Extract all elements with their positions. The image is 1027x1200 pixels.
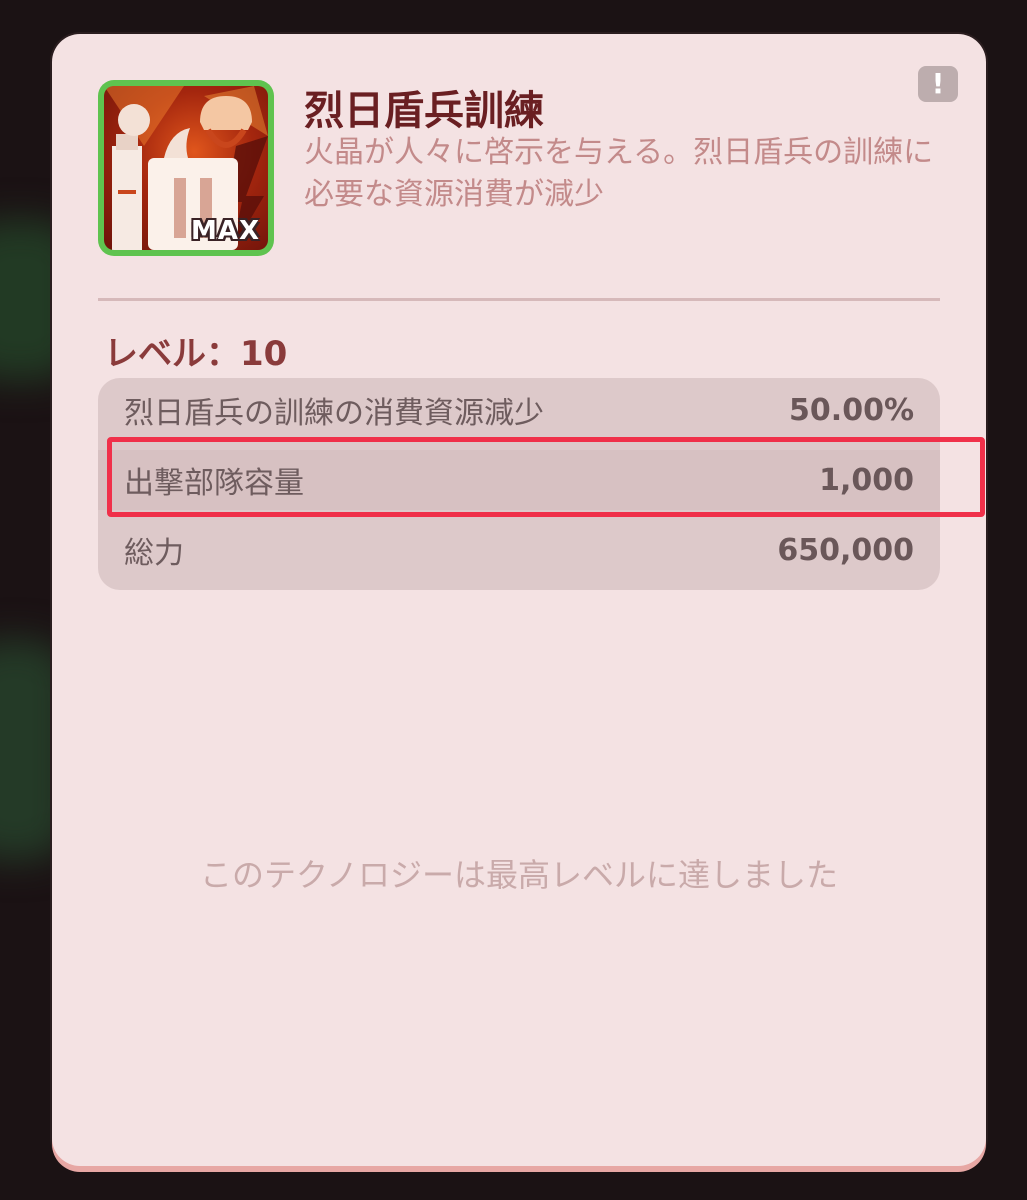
level-label: レベル： bbox=[104, 334, 240, 374]
divider bbox=[98, 298, 940, 301]
tech-detail-panel: MAX 烈日盾兵訓練 火晶が人々に啓示を与える。烈日盾兵の訓練に必要な資源消費が… bbox=[52, 34, 986, 1166]
shield-soldier-icon: MAX bbox=[104, 86, 268, 250]
stat-label: 総力 bbox=[124, 536, 184, 571]
max-badge: MAX bbox=[190, 216, 260, 246]
stat-row: 烈日盾兵の訓練の消費資源減少 50.00% bbox=[124, 380, 914, 440]
tech-icon-frame[interactable]: MAX bbox=[98, 80, 274, 256]
stat-row: 総力 650,000 bbox=[124, 520, 914, 580]
stat-label: 烈日盾兵の訓練の消費資源減少 bbox=[124, 396, 544, 431]
level-indicator: レベル：10 bbox=[104, 326, 287, 375]
max-level-message: このテクノロジーは最高レベルに達しました bbox=[199, 856, 839, 894]
tech-description: 火晶が人々に啓示を与える。烈日盾兵の訓練に必要な資源消費が減少 bbox=[304, 135, 934, 212]
stat-value: 650,000 bbox=[777, 532, 914, 568]
tech-title: 烈日盾兵訓練 bbox=[304, 88, 544, 134]
stat-value: 50.00% bbox=[789, 392, 914, 428]
highlight-box bbox=[107, 437, 985, 517]
exclamation-icon[interactable]: ! bbox=[918, 66, 958, 102]
level-value: 10 bbox=[240, 334, 288, 374]
